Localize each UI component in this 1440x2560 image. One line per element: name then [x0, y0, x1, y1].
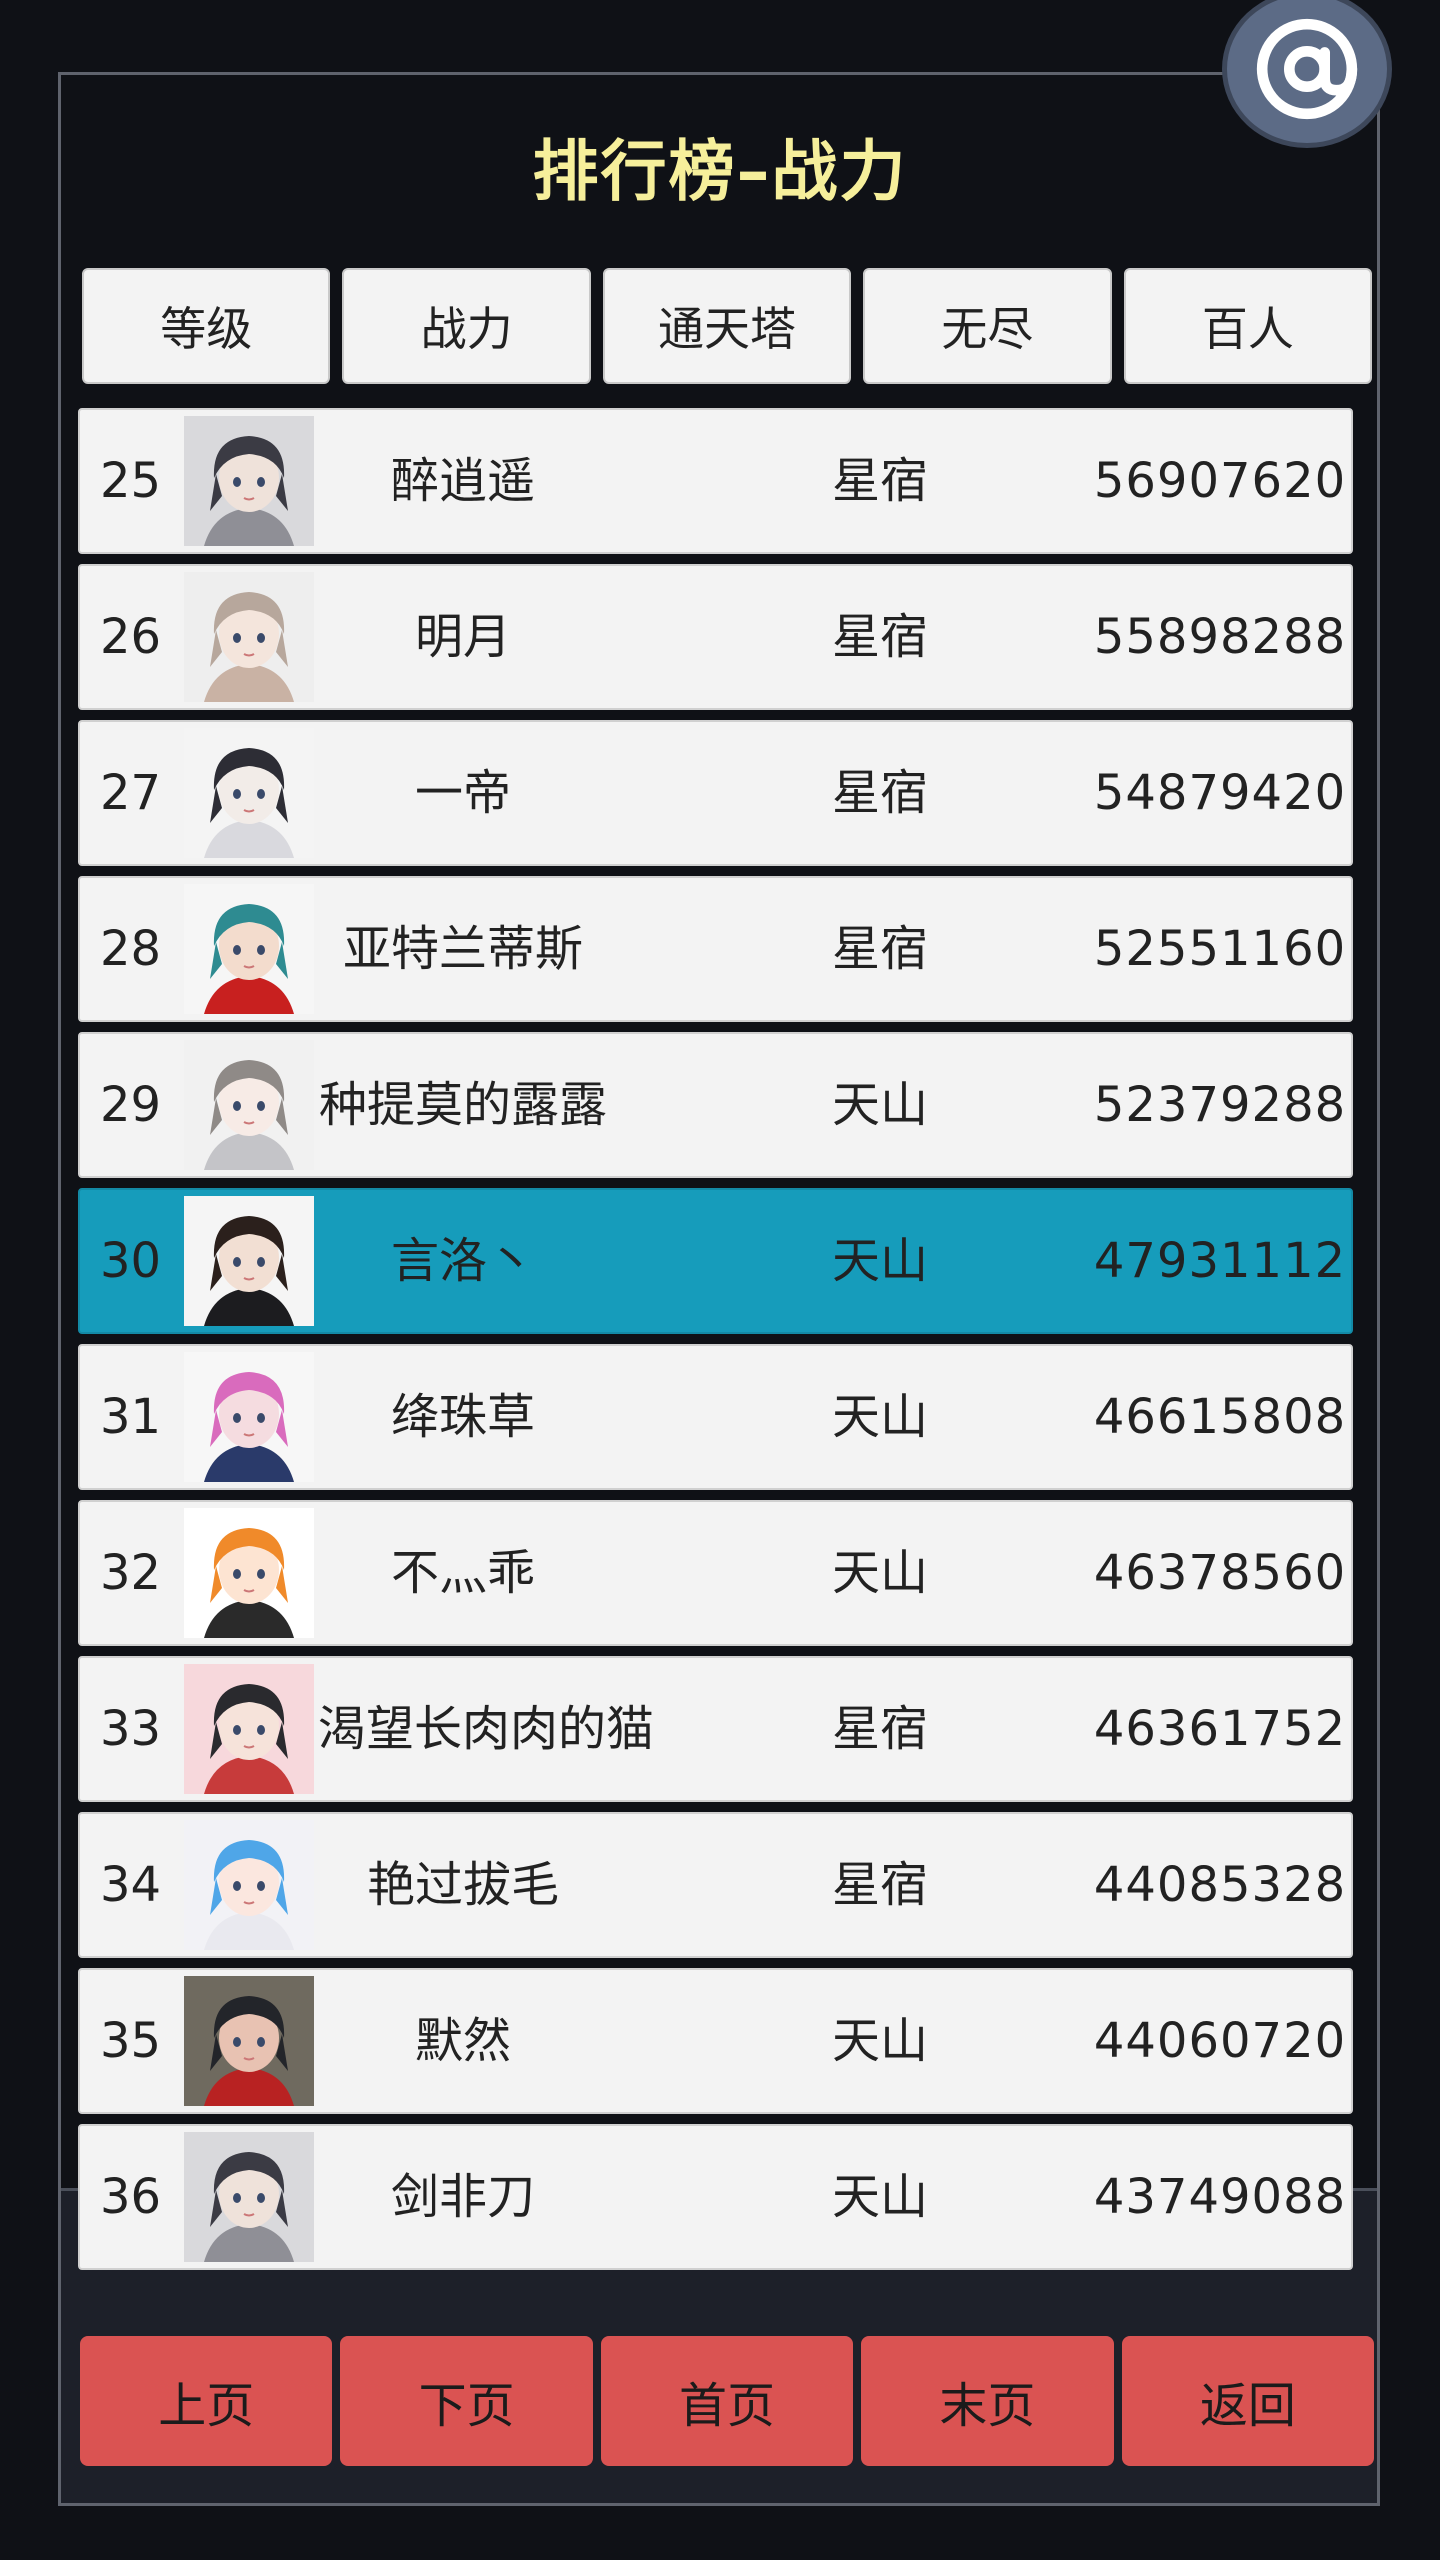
tab-hundred[interactable]: 百人: [1123, 268, 1373, 384]
server-name: 星宿: [831, 765, 928, 821]
player-name: 明月: [414, 609, 511, 665]
avatar: [184, 416, 314, 546]
avatar: [184, 2132, 314, 2262]
player-name: 绛珠草: [390, 1389, 535, 1445]
ranking-row[interactable]: 34 艳过拔毛 星宿 44085328: [78, 1812, 1353, 1958]
row-rank: 29: [100, 1077, 162, 1133]
server-name: 天山: [831, 1545, 928, 1601]
server-name: 星宿: [831, 1701, 928, 1757]
power-value: 46615808: [1093, 1389, 1347, 1445]
ranking-row[interactable]: 28 亚特兰蒂斯 星宿 52551160: [78, 876, 1353, 1022]
ranking-row[interactable]: 35 默然 天山 44060720: [78, 1968, 1353, 2114]
tab-endless[interactable]: 无尽: [863, 268, 1112, 384]
server-name: 星宿: [831, 921, 928, 977]
server-name: 天山: [831, 1389, 928, 1445]
power-value: 52379288: [1093, 1077, 1347, 1133]
avatar: [184, 572, 314, 702]
last-page-button[interactable]: 末页: [861, 2336, 1114, 2466]
row-rank: 28: [100, 921, 162, 977]
player-name: 剑非刀: [390, 2169, 535, 2225]
avatar: [184, 728, 314, 858]
ranking-row[interactable]: 26 明月 星宿 55898288: [78, 564, 1353, 710]
server-name: 天山: [831, 2169, 928, 2225]
tab-tower[interactable]: 通天塔: [602, 268, 852, 384]
power-value: 55898288: [1093, 609, 1347, 665]
power-value: 46361752: [1093, 1701, 1347, 1757]
server-name: 天山: [831, 2013, 928, 2069]
player-name: 渴望长肉肉的猫: [318, 1701, 655, 1757]
at-sign-icon: [1256, 18, 1358, 120]
power-value: 54879420: [1093, 765, 1347, 821]
avatar: [184, 1508, 314, 1638]
server-name: 星宿: [831, 1857, 928, 1913]
row-rank: 35: [100, 2013, 162, 2069]
power-value: 47931112: [1093, 1233, 1347, 1289]
row-rank: 31: [100, 1389, 162, 1445]
category-tabs: 等级 战力 通天塔 无尽 百人: [82, 268, 1373, 384]
prev-page-button[interactable]: 上页: [80, 2336, 333, 2466]
player-name: 亚特兰蒂斯: [342, 921, 583, 977]
row-rank: 30: [100, 1233, 162, 1289]
tab-level[interactable]: 等级: [82, 268, 331, 384]
pagination-bar: 上页 下页 首页 末页 返回: [80, 2336, 1375, 2466]
avatar: [184, 1040, 314, 1170]
avatar: [184, 1976, 314, 2106]
next-page-button[interactable]: 下页: [340, 2336, 593, 2466]
server-name: 天山: [831, 1077, 928, 1133]
player-name: 不灬乖: [390, 1545, 535, 1601]
player-name: 醉逍遥: [390, 453, 535, 509]
server-name: 天山: [831, 1233, 928, 1289]
player-name: 种提莫的露露: [318, 1077, 607, 1133]
ranking-row[interactable]: 29 种提莫的露露 天山 52379288: [78, 1032, 1353, 1178]
ranking-page: 排行榜–战力 等级 战力 通天塔 无尽 百人 25 醉逍遥 星宿 56907620 26…: [0, 0, 1440, 2560]
avatar: [184, 1664, 314, 1794]
avatar: [184, 1352, 314, 1482]
row-rank: 34: [100, 1857, 162, 1913]
player-name: 一帝: [414, 765, 511, 821]
power-value: 43749088: [1093, 2169, 1347, 2225]
avatar: [184, 884, 314, 1014]
row-rank: 32: [100, 1545, 162, 1601]
player-name: 默然: [414, 2013, 511, 2069]
ranking-row[interactable]: 36 剑非刀 天山 43749088: [78, 2124, 1353, 2270]
player-name: 艳过拔毛: [366, 1857, 559, 1913]
ranking-row[interactable]: 32 不灬乖 天山 46378560: [78, 1500, 1353, 1646]
server-name: 星宿: [831, 609, 928, 665]
row-rank: 26: [100, 609, 162, 665]
page-title: 排行榜–战力: [532, 133, 908, 210]
power-value: 56907620: [1093, 453, 1347, 509]
power-value: 52551160: [1093, 921, 1347, 977]
ranking-row[interactable]: 30 言洛丶 天山 47931112: [78, 1188, 1353, 1334]
first-page-button[interactable]: 首页: [600, 2336, 854, 2466]
ranking-row[interactable]: 25 醉逍遥 星宿 56907620: [78, 408, 1353, 554]
back-button[interactable]: 返回: [1121, 2336, 1375, 2466]
ranking-row[interactable]: 31 绛珠草 天山 46615808: [78, 1344, 1353, 1490]
player-name: 言洛丶: [390, 1233, 535, 1289]
ranking-row[interactable]: 33 渴望长肉肉的猫 星宿 46361752: [78, 1656, 1353, 1802]
avatar: [184, 1820, 314, 1950]
row-rank: 33: [100, 1701, 162, 1757]
ranking-list: 25 醉逍遥 星宿 56907620 26 明月 星宿 55898288 27 一帝 星宿 54879…: [78, 408, 1353, 2280]
tab-power[interactable]: 战力: [342, 268, 591, 384]
avatar: [184, 1196, 314, 1326]
server-name: 星宿: [831, 453, 928, 509]
row-rank: 36: [100, 2169, 162, 2225]
power-value: 44060720: [1093, 2013, 1347, 2069]
row-rank: 27: [100, 765, 162, 821]
power-value: 44085328: [1093, 1857, 1347, 1913]
row-rank: 25: [100, 453, 162, 509]
ranking-row[interactable]: 27 一帝 星宿 54879420: [78, 720, 1353, 866]
power-value: 46378560: [1093, 1545, 1347, 1601]
